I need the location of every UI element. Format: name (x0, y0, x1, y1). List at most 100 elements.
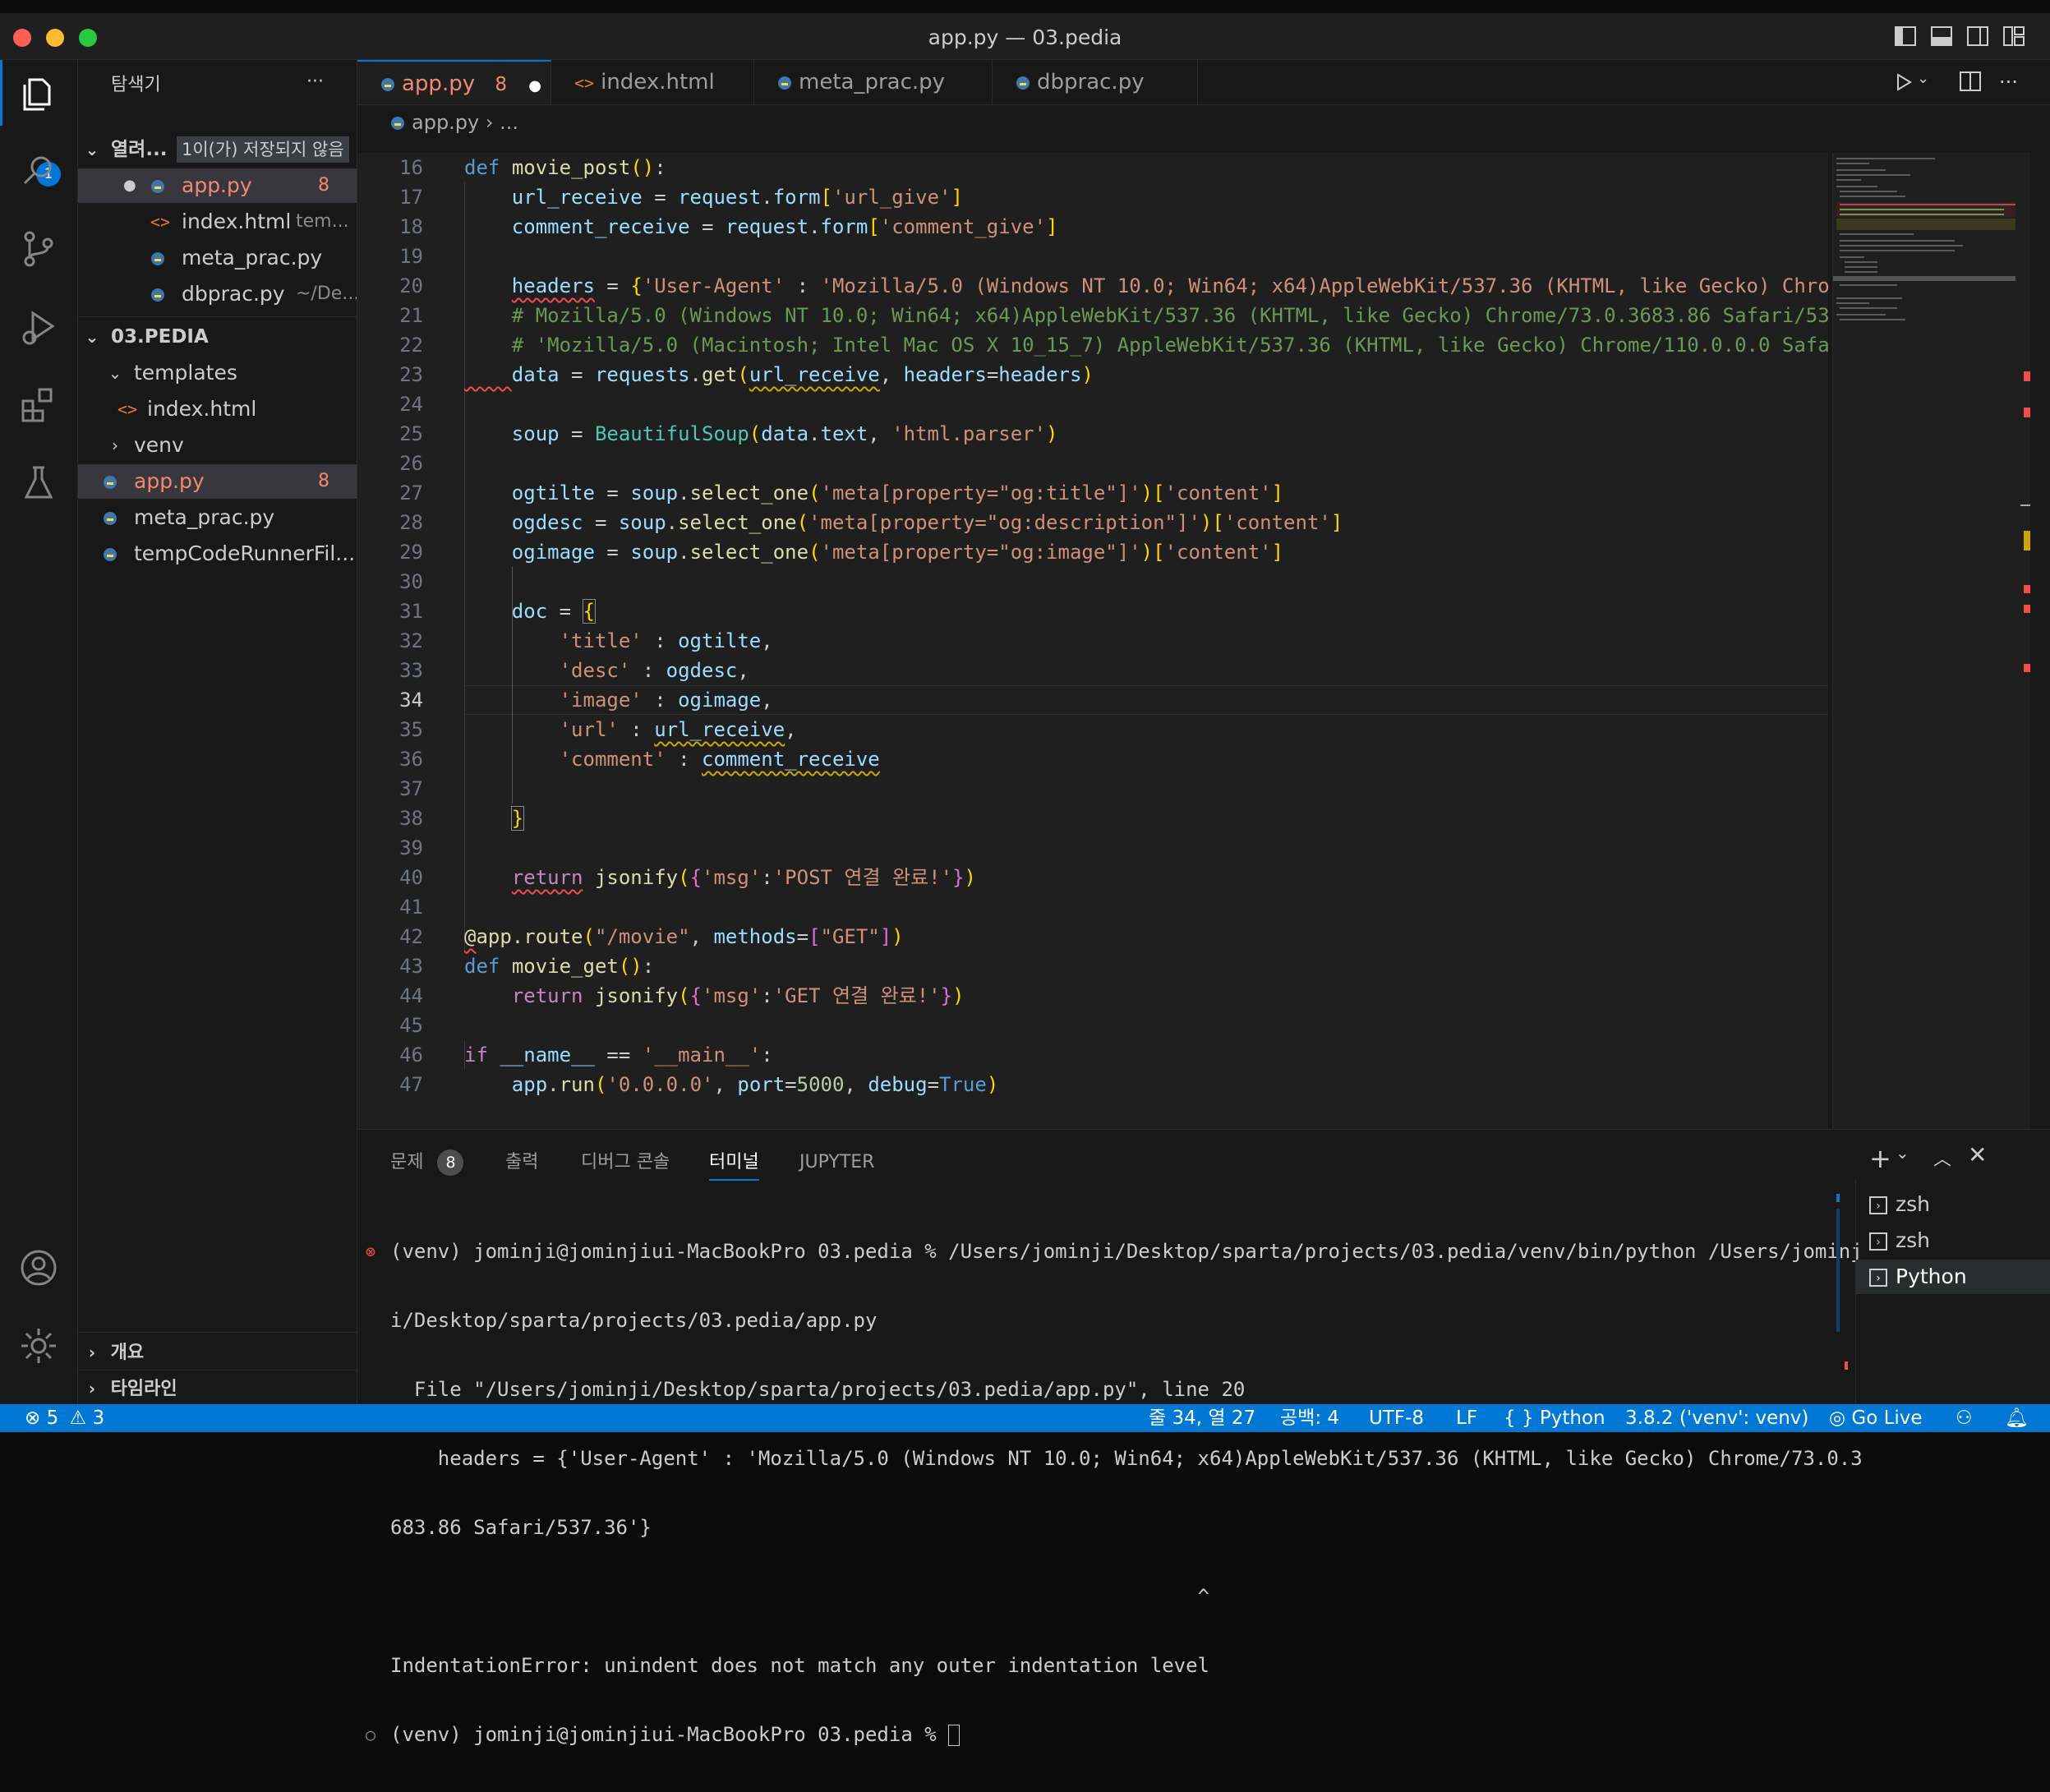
tree-file-meta-prac[interactable]: meta_prac.py (78, 500, 357, 535)
tab-label: meta_prac.py (799, 70, 946, 94)
open-editor-item[interactable]: <> index.html tem... (78, 205, 357, 239)
chevron-down-icon[interactable]: ⌄ (1917, 70, 1929, 87)
unsaved-dot-icon[interactable]: ● (528, 77, 541, 94)
line-ending[interactable]: LF (1456, 1404, 1477, 1432)
tab-app-py[interactable]: app.py 8 ● (357, 60, 551, 104)
split-editor-icon[interactable] (1960, 71, 1981, 91)
notifications-bell-icon[interactable]: 🔔︎ (2005, 1404, 2029, 1432)
terminal-icon: › (1869, 1269, 1887, 1287)
extensions-icon[interactable] (18, 385, 59, 426)
terminal-icon: › (1869, 1232, 1887, 1251)
project-header[interactable]: ⌄ 03.PEDIA (78, 320, 357, 354)
go-live-button[interactable]: ◎ Go Live (1829, 1404, 1923, 1432)
encoding[interactable]: UTF-8 (1369, 1404, 1424, 1432)
tab-meta-prac[interactable]: meta_prac.py (754, 60, 993, 104)
chevron-down-icon: ⌄ (85, 327, 99, 347)
chevron-down-icon[interactable]: ⌄ (1896, 1143, 1909, 1163)
code-line-31: doc = { (511, 599, 597, 624)
toggle-panel-icon[interactable] (1931, 26, 1952, 46)
more-actions-icon[interactable]: ··· (1999, 60, 2018, 104)
toggle-secondary-sidebar-icon[interactable] (1967, 26, 1988, 46)
line-number: 30 (399, 570, 423, 593)
open-editors-header[interactable]: ⌄ 열려... 1이(가) 저장되지 않음 (78, 132, 357, 167)
cursor-position[interactable]: 줄 34, 열 27 (1149, 1404, 1255, 1432)
tree-file-temp-code-runner[interactable]: tempCodeRunnerFil... (78, 537, 357, 571)
tab-terminal[interactable]: 터미널 (709, 1146, 759, 1181)
line-number: 43 (399, 955, 423, 978)
terminal-item[interactable]: › zsh (1856, 1223, 2050, 1258)
accounts-icon[interactable] (18, 1247, 59, 1288)
line-number: 21 (399, 304, 423, 327)
tree-folder-templates[interactable]: ⌄ templates (78, 356, 357, 390)
line-number: 28 (399, 511, 423, 534)
code-line-33: 'desc' : ogdesc, (559, 659, 749, 682)
activity-bar: 1 (0, 60, 78, 1405)
terminal-item[interactable]: › zsh (1856, 1187, 2050, 1222)
new-terminal-icon[interactable]: + (1869, 1143, 1891, 1174)
toggle-primary-sidebar-icon[interactable] (1895, 26, 1916, 46)
source-control-icon[interactable] (18, 228, 59, 269)
line-number: 18 (399, 215, 423, 238)
open-editor-item[interactable]: dbprac.py ~/De... (78, 277, 357, 311)
search-icon[interactable] (18, 150, 59, 191)
unsaved-count-badge: 1이(가) 저장되지 않음 (177, 136, 349, 163)
open-editor-item[interactable]: ● app.py 8 (78, 168, 357, 203)
open-editor-item[interactable]: meta_prac.py (78, 241, 357, 275)
timeline-label: 타임라인 (110, 1379, 177, 1399)
language-mode[interactable]: { } Python (1504, 1404, 1605, 1432)
terminal-item[interactable]: › Python (1856, 1260, 2050, 1294)
explorer-icon[interactable] (18, 73, 59, 114)
open-editor-name: dbprac.py (182, 282, 285, 306)
problems-status[interactable]: ⊗ 5 ⚠ 3 (25, 1404, 104, 1432)
python-file-icon (103, 464, 124, 499)
window-title: app.py — 03.pedia (928, 25, 1122, 49)
customize-layout-icon[interactable] (2003, 26, 2025, 46)
line-number: 29 (399, 541, 423, 564)
breadcrumb-file[interactable]: app.py (412, 111, 479, 134)
tree-file-app-py[interactable]: app.py 8 (78, 464, 357, 499)
timeline-header[interactable]: › 타임라인 (78, 1371, 357, 1406)
scroll-marker (1836, 1194, 1840, 1202)
breadcrumb-symbols[interactable]: ... (500, 111, 518, 134)
minimap[interactable] (1832, 153, 2030, 1131)
explorer-more-button[interactable]: ··· (306, 65, 339, 99)
run-debug-icon[interactable] (18, 306, 59, 348)
line-number: 42 (399, 925, 423, 948)
tab-debug-console[interactable]: 디버그 콘솔 (581, 1146, 670, 1179)
python-file-icon (777, 70, 799, 94)
close-panel-icon[interactable]: ✕ (1968, 1141, 1987, 1168)
tab-dbprac[interactable]: dbprac.py (993, 60, 1198, 104)
feedback-icon[interactable]: ⚇ (1956, 1404, 1973, 1432)
problem-count: 8 (318, 175, 329, 196)
tree-file-index-html[interactable]: <> index.html (78, 392, 357, 426)
status-bar: ⊗ 5 ⚠ 3 줄 34, 열 27 공백: 4 UTF-8 LF { } Py… (0, 1404, 2050, 1432)
terminal-line: File "/Users/jominji/Desktop/sparta/proj… (390, 1378, 1246, 1401)
tab-index-html[interactable]: <> index.html (551, 60, 754, 104)
terminal-line: IndentationError: unindent does not matc… (390, 1654, 1209, 1677)
indentation[interactable]: 공백: 4 (1280, 1404, 1339, 1432)
tree-item-label: index.html (147, 397, 257, 421)
run-icon[interactable] (1894, 72, 1914, 92)
tab-output[interactable]: 출력 (505, 1146, 538, 1179)
outline-label: 개요 (110, 1343, 145, 1363)
settings-gear-icon[interactable] (18, 1325, 59, 1366)
tab-jupyter[interactable]: JUPYTER (799, 1146, 874, 1179)
code-line-23: data = requests.get(url_receive, headers… (511, 363, 1094, 386)
line-number: 36 (399, 748, 423, 771)
tab-label: dbprac.py (1037, 70, 1145, 94)
title-bar: app.py — 03.pedia (0, 13, 2050, 60)
tree-folder-venv[interactable]: › venv (78, 428, 357, 463)
terminal-output[interactable]: ⊗ (venv) jominji@jominjiui-MacBookPro 03.… (366, 1194, 1863, 1792)
line-number: 24 (399, 393, 423, 416)
html-file-icon: <> (117, 399, 138, 419)
terminal-scrollbar[interactable] (1836, 1209, 1840, 1332)
line-number: 26 (399, 452, 423, 475)
python-interpreter[interactable]: 3.8.2 ('venv': venv) (1625, 1404, 1808, 1432)
tab-bar: app.py 8 ● <> index.html meta_prac.py dbp… (357, 60, 2050, 105)
testing-icon[interactable] (18, 463, 59, 504)
tab-problems[interactable]: 문제 8 (390, 1146, 464, 1179)
maximize-panel-icon[interactable]: ︿ (1933, 1145, 1951, 1171)
error-marker (1845, 1361, 1848, 1370)
outline-header[interactable]: › 개요 (78, 1335, 357, 1370)
code-editor[interactable]: 16 17 18 19 20 21 22 23 24 25 26 27 28 29 30 31 32 33 34 35… (357, 153, 1830, 1131)
